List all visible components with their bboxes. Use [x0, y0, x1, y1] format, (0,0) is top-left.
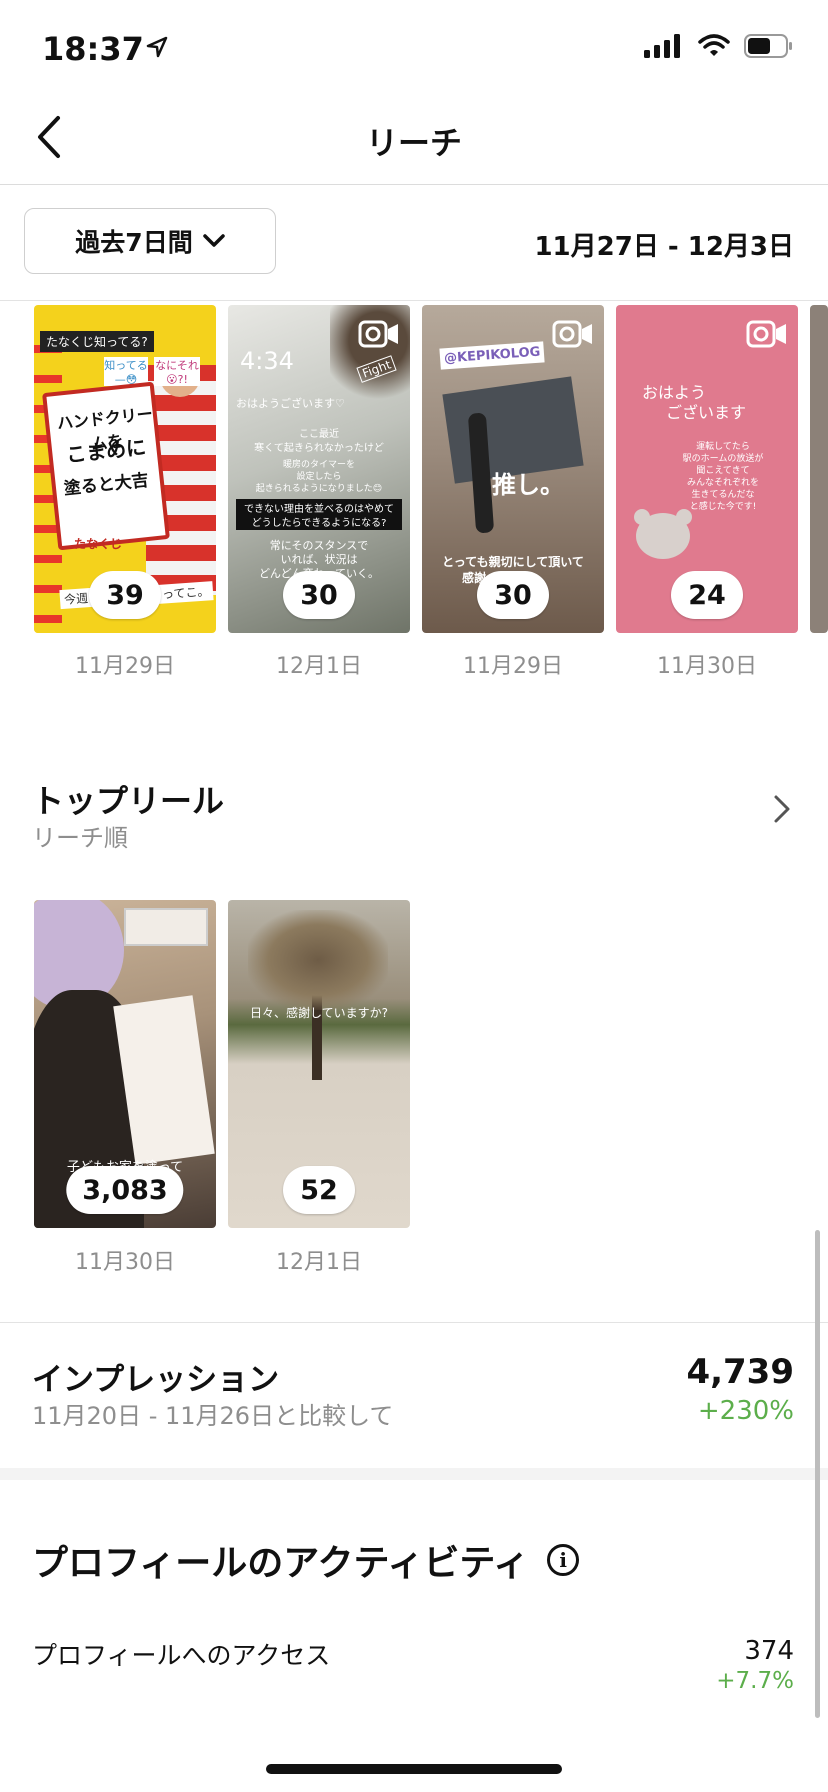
story-date: 12月1日: [276, 654, 362, 679]
top-reels-title: トップリール: [32, 782, 225, 820]
video-camera-icon: [358, 320, 398, 348]
story-text: ございます: [666, 403, 747, 422]
story-reach-count: 39: [89, 571, 161, 619]
top-reels-subtitle: リーチ順: [32, 824, 128, 852]
story-reach-count: 24: [671, 571, 743, 619]
story-date: 11月30日: [657, 654, 757, 679]
page-title: リーチ: [365, 124, 462, 162]
story-text: たなくじ: [74, 537, 123, 551]
story-thumbnail[interactable]: おはよう ございます 運転してたら 駅のホームの放送が 聞こえてきて みんなそれ…: [616, 305, 798, 633]
date-range-text: 11月27日 - 12月3日: [534, 232, 794, 262]
status-indicators: [644, 34, 794, 58]
scrollbar[interactable]: [815, 1230, 820, 1718]
story-text: どうしたらできるようになる?: [236, 513, 402, 530]
story-text: なにそれ😮?!: [154, 357, 200, 386]
reel-thumbnail[interactable]: 日々、感謝していますか? 52: [228, 900, 410, 1228]
reel-reach-count: 3,083: [66, 1166, 184, 1214]
profile-activity-title: プロフィールのアクティビティ: [32, 1543, 530, 1584]
story-date: 11月29日: [75, 654, 175, 679]
story-text: ってこ。: [157, 581, 215, 604]
reel-thumbnail[interactable]: 子どもお家を塗って 3,083: [34, 900, 216, 1228]
reel-date: 11月30日: [75, 1250, 175, 1275]
location-arrow-icon: [146, 36, 168, 58]
profile-visits-value: 374: [744, 1636, 794, 1666]
divider: [0, 300, 828, 301]
profile-visits-label: プロフィールへのアクセス: [32, 1641, 331, 1670]
date-range-dropdown[interactable]: 過去7日間: [24, 208, 276, 274]
story-text: 今週: [59, 587, 93, 610]
status-time: 18:37: [42, 30, 144, 68]
date-range-dropdown-label: 過去7日間: [75, 228, 193, 257]
info-icon[interactable]: i: [547, 1544, 580, 1576]
story-text: 寒くて起きられなかったけど: [254, 443, 384, 454]
top-nav-bar: リーチ: [0, 90, 828, 185]
story-text: 推し。: [492, 471, 564, 499]
story-text: たなくじ知ってる?: [40, 331, 154, 352]
story-reach-count: 30: [477, 571, 549, 619]
wifi-icon: [698, 34, 730, 56]
reel-caption: 日々、感謝していますか?: [249, 1006, 388, 1020]
story-text: @KEPIKOLOG: [439, 341, 546, 370]
impressions-value: 4,739: [686, 1352, 794, 1392]
reel-reach-count: 52: [283, 1166, 355, 1214]
story-text: 起きられるようになりました😊: [255, 484, 383, 494]
divider: [0, 1322, 828, 1323]
chevron-down-icon: [202, 234, 225, 247]
video-camera-icon: [552, 320, 592, 348]
story-text: ここ最近: [299, 429, 339, 440]
story-thumbnail[interactable]: @KEPIKOLOG 推し。 とっても親切にして頂いて 感謝 30: [422, 305, 604, 633]
home-indicator[interactable]: [266, 1764, 562, 1774]
profile-activity-header: プロフィールのアクティビティ i: [32, 1534, 580, 1586]
story-text: おはようございます♡: [236, 397, 345, 410]
impressions-compare: 11月20日 - 11月26日と比較して: [32, 1402, 394, 1430]
impressions-delta: +230%: [697, 1396, 794, 1426]
battery-icon: [744, 34, 792, 58]
story-thumbnail-partial[interactable]: [810, 305, 828, 633]
chevron-right-icon[interactable]: [772, 793, 792, 825]
section-separator: [0, 1468, 828, 1480]
story-reach-count: 30: [283, 571, 355, 619]
video-camera-icon: [746, 320, 786, 348]
story-text: 知ってる—😳: [104, 357, 148, 386]
story-thumbnail[interactable]: 4:34 Fight おはようございます♡ ここ最近 寒くて起きられなかったけど…: [228, 305, 410, 633]
profile-visits-delta: +7.7%: [716, 1668, 794, 1694]
story-thumbnail[interactable]: たなくじ知ってる? 知ってる—😳 なにそれ😮?! ハンドクリームを こまめに 塗…: [34, 305, 216, 633]
story-text: と感じた今です!: [689, 502, 757, 512]
story-date: 11月29日: [463, 654, 563, 679]
story-text: とっても親切にして頂いて: [442, 555, 584, 569]
impressions-title: インプレッション: [32, 1362, 280, 1398]
reel-date: 12月1日: [276, 1250, 362, 1275]
story-text: 4:34: [240, 347, 294, 375]
signal-icon: [644, 34, 680, 58]
